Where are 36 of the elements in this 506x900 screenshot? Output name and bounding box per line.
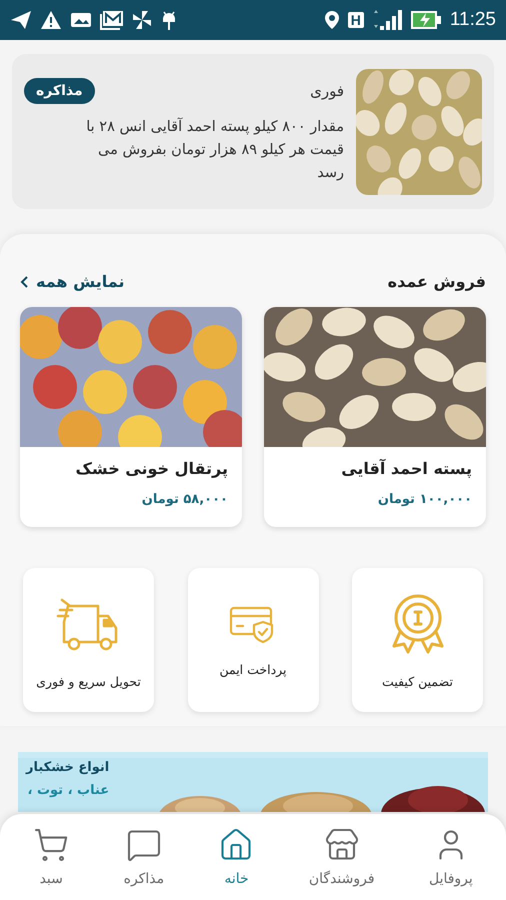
promo-banner[interactable]: انواع خشکبار عناب ، توت ، — [18, 752, 488, 812]
offer-description: مقدار ۸۰۰ کیلو پسته احمد آقایی انس ۲۸ با قیمت هر کیلو ۸۹ هزار تومان بفروش می رسد — [85, 116, 344, 183]
nav-tab[interactable]: فروشندگان — [306, 823, 377, 891]
paper-plane-icon — [10, 10, 32, 30]
battery-charging-icon — [410, 10, 442, 30]
shopping-cart-icon — [33, 827, 70, 863]
nav-tab[interactable]: مذاکره — [122, 823, 166, 891]
product-price: ۵۸,۰۰۰ تومان — [140, 491, 229, 507]
nav-tab[interactable]: خانه — [216, 823, 256, 891]
banner-title: انواع خشکبار — [26, 760, 110, 775]
feature-label: تحویل سریع و فوری — [36, 674, 141, 688]
warning-icon — [40, 10, 62, 30]
show-all-link[interactable]: نمایش همه — [20, 272, 124, 291]
android-icon — [160, 9, 178, 31]
mail-icon — [100, 10, 124, 30]
location-pin-icon — [324, 10, 340, 30]
section-title: فروش عمده — [388, 272, 486, 291]
feature-label: پرداخت ایمن — [219, 662, 287, 676]
product-name: پرتقال خونی خشک — [74, 458, 229, 478]
negotiate-button[interactable]: مذاکره — [24, 78, 95, 104]
nav-tab[interactable]: پروفایل — [426, 823, 475, 891]
offer-tag: فوری — [310, 82, 344, 100]
product-name: پسته احمد آقایی — [340, 458, 473, 478]
network-type-icon: H — [348, 12, 364, 28]
signal-icon — [372, 9, 402, 31]
image-icon — [70, 11, 92, 29]
pinwheel-icon — [132, 10, 152, 30]
feature-label: تضمین کیفیت — [382, 674, 453, 688]
nav-tab[interactable]: سبد — [31, 823, 72, 891]
banner-subtitle: عناب ، توت ، — [26, 783, 110, 798]
product-card[interactable]: پرتقال خونی خشک ۵۸,۰۰۰ تومان — [20, 307, 242, 527]
product-price: ۱۰۰,۰۰۰ تومان — [376, 491, 473, 507]
clock-time: 11:25 — [450, 9, 496, 31]
offer-card[interactable]: فوری مذاکره مقدار ۸۰۰ کیلو پسته احمد آقایی انس ۲۸ با قیمت هر کیلو ۸۹ هزار تومان بفروش می رسد — [12, 54, 494, 209]
product-card[interactable]: پسته احمد آقایی ۱۰۰,۰۰۰ تومان — [264, 307, 486, 527]
chevron-icon — [20, 276, 28, 288]
